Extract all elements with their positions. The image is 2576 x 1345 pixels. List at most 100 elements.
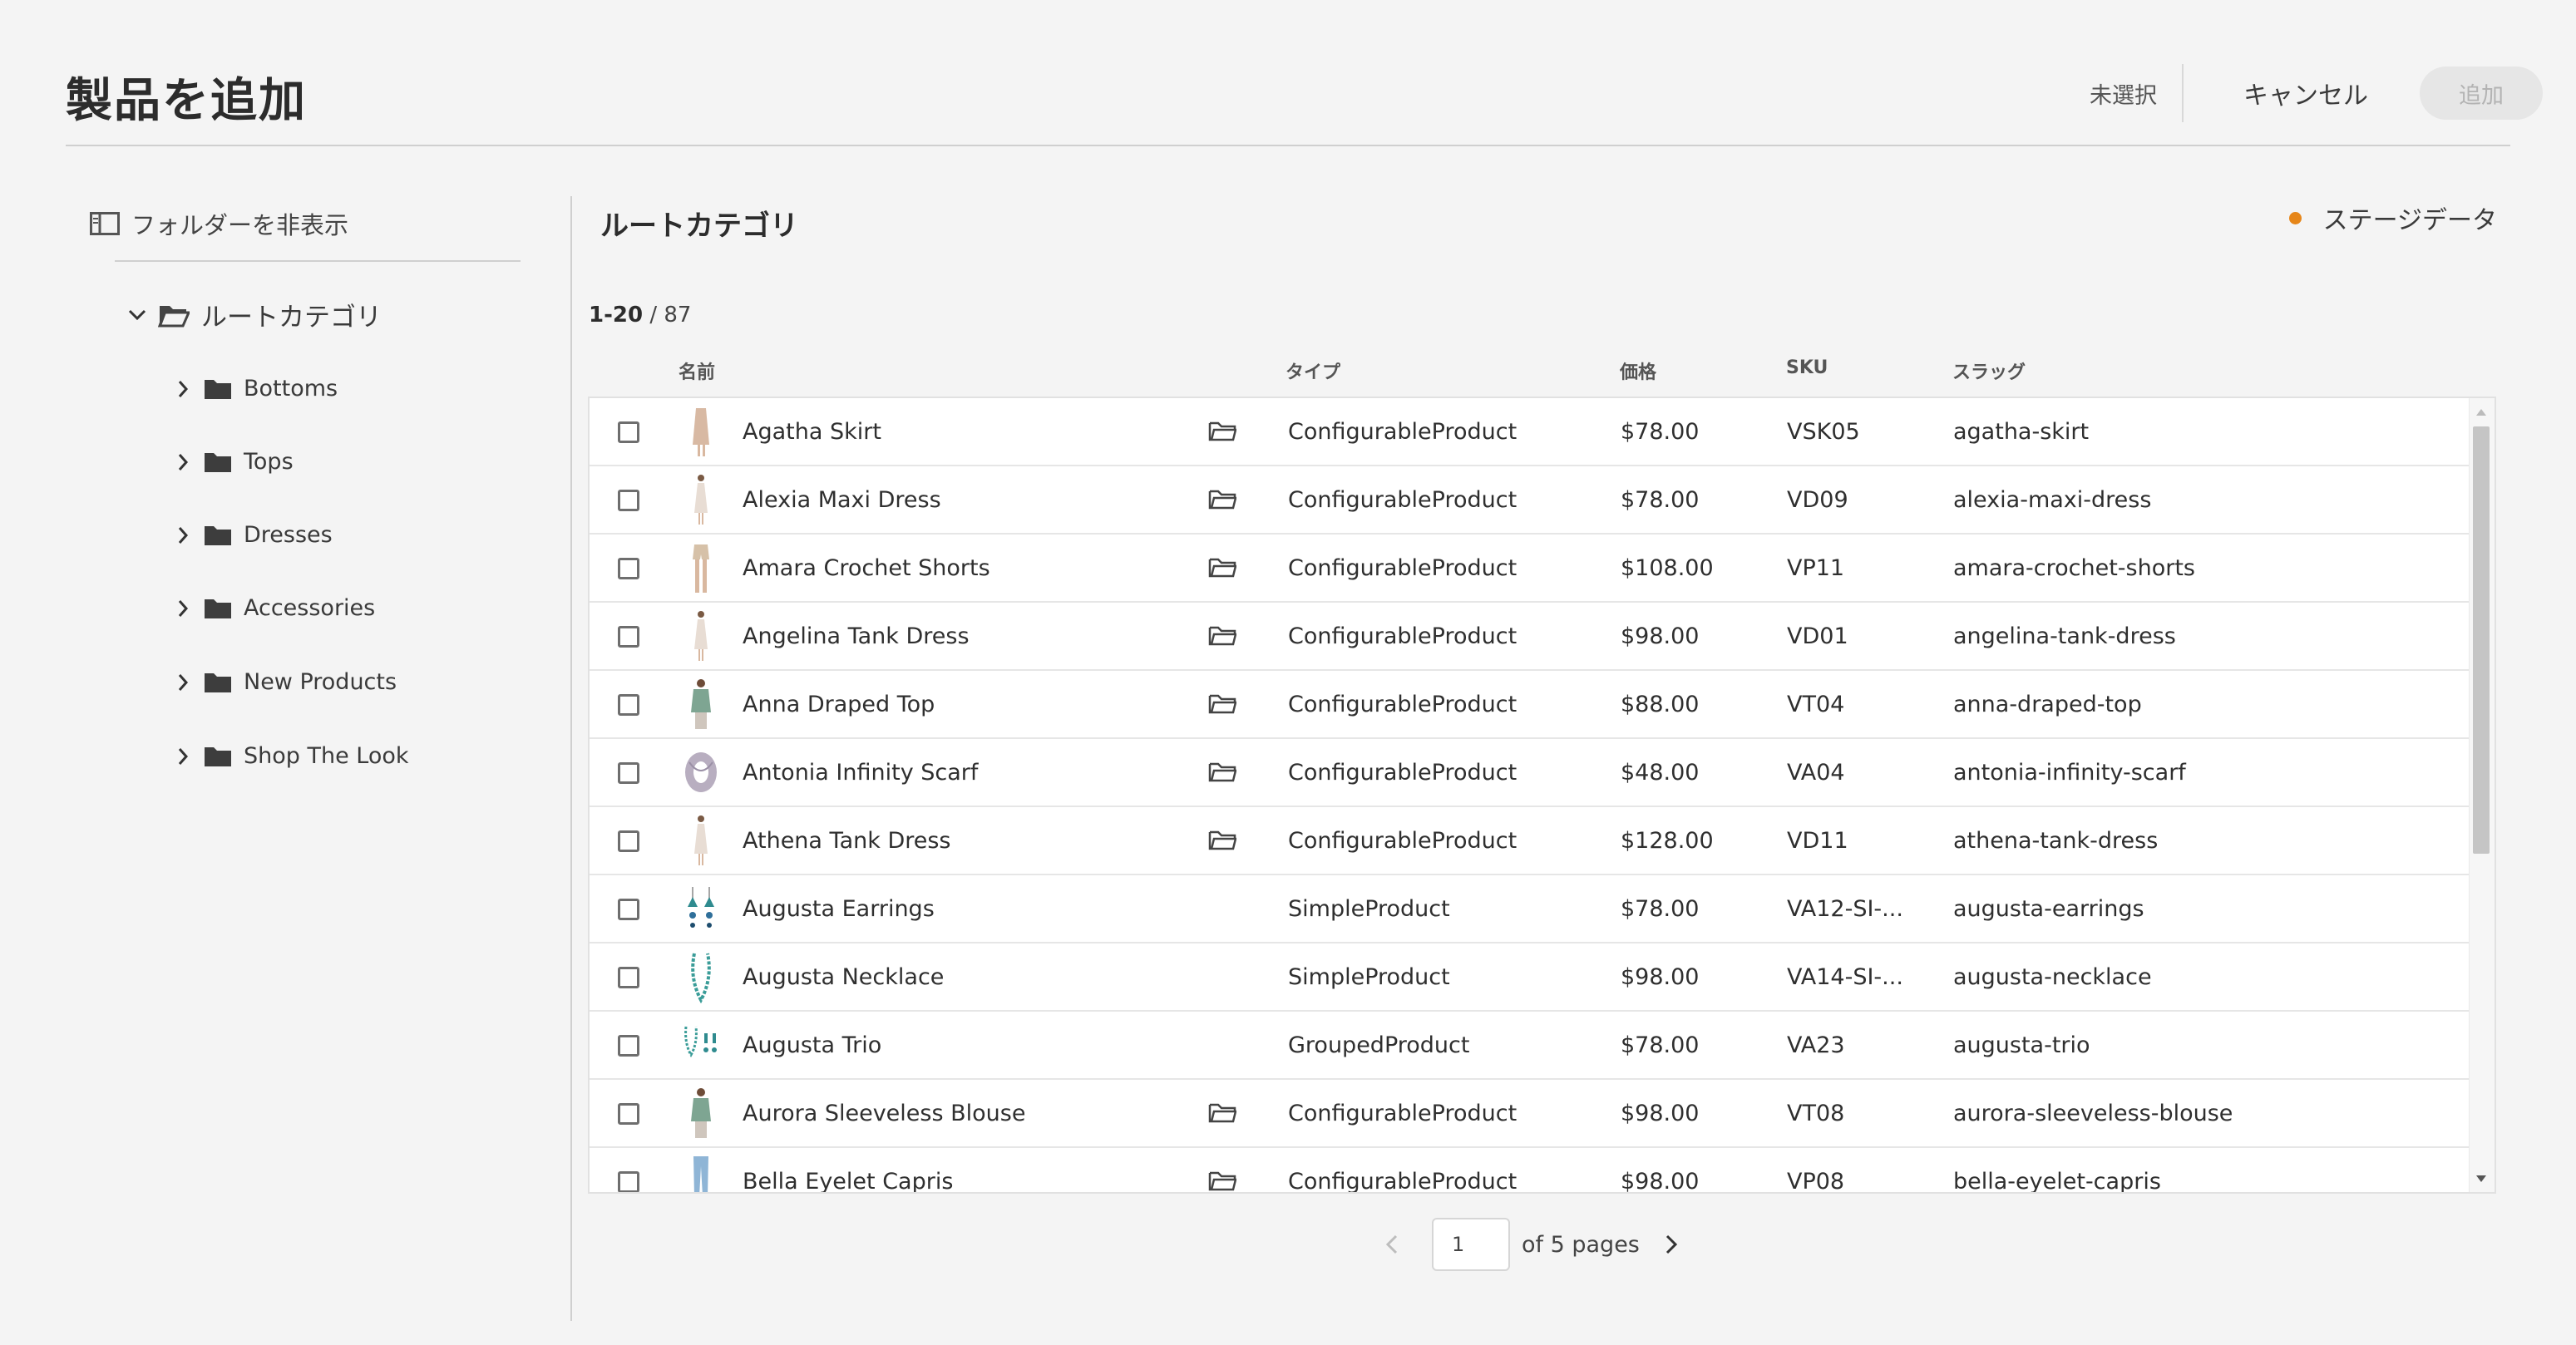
product-slug: bella-eyelet-capris	[1953, 1168, 2161, 1194]
row-checkbox[interactable]	[618, 899, 639, 920]
result-total: / 87	[643, 303, 692, 328]
row-checkbox[interactable]	[618, 762, 639, 784]
panel-divider	[570, 196, 572, 1321]
folder-open-icon	[158, 303, 190, 328]
selection-status: 未選択	[2090, 82, 2157, 109]
column-header-sku[interactable]: SKU	[1786, 357, 1828, 378]
folder-icon[interactable]	[1208, 398, 1236, 465]
tree-item-label: Accessories	[244, 595, 376, 621]
folder-icon[interactable]	[1208, 535, 1236, 601]
tree-item-tops[interactable]: Tops	[170, 449, 294, 475]
scroll-down-icon[interactable]	[2476, 1170, 2486, 1185]
chevron-right-icon[interactable]	[170, 673, 195, 692]
tree-item-bottoms[interactable]: Bottoms	[170, 376, 338, 402]
folder-icon	[204, 378, 232, 400]
column-header-slug[interactable]: スラッグ	[1952, 357, 2026, 384]
product-slug: agatha-skirt	[1953, 418, 2090, 445]
row-checkbox[interactable]	[618, 421, 639, 443]
row-checkbox[interactable]	[618, 1171, 639, 1192]
chevron-right-icon[interactable]	[1665, 1234, 1678, 1254]
table-row[interactable]: Augusta Necklace SimpleProduct $98.00 VA14-…	[590, 943, 2469, 1012]
table-row[interactable]: Antonia Infinity Scarf ConfigurableProduc…	[590, 739, 2469, 807]
product-thumbnail	[683, 1155, 719, 1192]
folder-icon[interactable]	[1208, 1148, 1236, 1192]
scrollbar[interactable]	[2469, 398, 2495, 1192]
hide-folders-toggle[interactable]: フォルダーを非表示	[90, 206, 348, 241]
product-thumbnail	[683, 882, 719, 935]
table-row[interactable]: Athena Tank Dress ConfigurableProduct $128…	[590, 807, 2469, 875]
row-checkbox[interactable]	[618, 558, 639, 579]
row-checkbox[interactable]	[618, 830, 639, 852]
folder-icon	[204, 672, 232, 693]
table-row[interactable]: Anna Draped Top ConfigurableProduct $88.00…	[590, 671, 2469, 739]
scrollbar-thumb[interactable]	[2473, 426, 2490, 854]
folder-icon[interactable]	[1208, 1080, 1236, 1146]
tree-item-accessories[interactable]: Accessories	[170, 595, 375, 621]
chevron-right-icon[interactable]	[170, 453, 195, 471]
column-header-name[interactable]: 名前	[679, 357, 715, 384]
tree-root-category[interactable]: ルートカテゴリ	[125, 296, 382, 333]
product-name: Angelina Tank Dress	[743, 623, 970, 649]
product-price: $98.00	[1621, 1168, 1700, 1194]
scroll-up-icon[interactable]	[2476, 403, 2486, 419]
table-row[interactable]: Augusta Earrings SimpleProduct $78.00 VA12-…	[590, 875, 2469, 943]
chevron-left-icon[interactable]	[1385, 1234, 1399, 1254]
tree-item-new-products[interactable]: New Products	[170, 669, 397, 695]
chevron-right-icon[interactable]	[170, 380, 195, 398]
add-button[interactable]: 追加	[2420, 67, 2543, 120]
product-type: ConfigurableProduct	[1288, 759, 1517, 786]
product-name: Alexia Maxi Dress	[743, 486, 941, 513]
product-name: Athena Tank Dress	[743, 827, 951, 854]
hide-folders-label: フォルダーを非表示	[131, 211, 349, 239]
row-checkbox[interactable]	[618, 626, 639, 648]
column-header-price[interactable]: 価格	[1620, 357, 1656, 384]
product-thumbnail	[683, 405, 719, 458]
column-header-type[interactable]: タイプ	[1286, 357, 1340, 384]
row-checkbox[interactable]	[618, 694, 639, 716]
page-number-input[interactable]	[1432, 1218, 1510, 1271]
product-price: $88.00	[1621, 691, 1700, 717]
table-row[interactable]: Alexia Maxi Dress ConfigurableProduct $78.…	[590, 466, 2469, 535]
product-name: Aurora Sleeveless Blouse	[743, 1100, 1026, 1126]
row-checkbox[interactable]	[618, 1103, 639, 1125]
product-price: $98.00	[1621, 1100, 1700, 1126]
product-sku: VD11	[1787, 827, 1848, 854]
tree-item-label: Dresses	[244, 522, 333, 548]
chevron-right-icon[interactable]	[170, 526, 195, 544]
result-count: 1-20 / 87	[589, 303, 691, 328]
row-checkbox[interactable]	[618, 1035, 639, 1057]
row-checkbox[interactable]	[618, 490, 639, 511]
folder-icon[interactable]	[1208, 739, 1236, 806]
folder-icon[interactable]	[1208, 807, 1236, 874]
table-row[interactable]: Augusta Trio GroupedProduct $78.00 VA23 augu…	[590, 1012, 2469, 1080]
folder-icon[interactable]	[1208, 603, 1236, 669]
product-type: ConfigurableProduct	[1288, 1100, 1517, 1126]
folder-icon[interactable]	[1208, 671, 1236, 737]
chevron-right-icon[interactable]	[170, 747, 195, 766]
product-slug: augusta-necklace	[1953, 963, 2152, 990]
folder-icon[interactable]	[1208, 466, 1236, 533]
header-actions: 未選択 キャンセル 追加	[2090, 64, 2543, 122]
product-price: $48.00	[1621, 759, 1700, 786]
product-name: Agatha Skirt	[743, 418, 881, 445]
sidebar-divider	[115, 260, 521, 262]
product-slug: augusta-earrings	[1953, 895, 2144, 922]
table-row[interactable]: Agatha Skirt ConfigurableProduct $78.00 VSK…	[590, 398, 2469, 466]
table-row[interactable]: Bella Eyelet Capris ConfigurableProduct $9…	[590, 1148, 2469, 1194]
product-price: $78.00	[1621, 418, 1700, 445]
table-row[interactable]: Angelina Tank Dress ConfigurableProduct $9…	[590, 603, 2469, 671]
table-row[interactable]: Aurora Sleeveless Blouse ConfigurableProd…	[590, 1080, 2469, 1148]
product-price: $108.00	[1621, 554, 1714, 581]
chevron-right-icon[interactable]	[170, 599, 195, 618]
folder-icon	[204, 598, 232, 619]
table-row[interactable]: Amara Crochet Shorts ConfigurableProduct $…	[590, 535, 2469, 603]
cancel-button[interactable]: キャンセル	[2243, 75, 2368, 111]
tree-item-dresses[interactable]: Dresses	[170, 522, 333, 548]
tree-item-shop-the-look[interactable]: Shop The Look	[170, 743, 409, 769]
chevron-down-icon[interactable]	[125, 309, 150, 321]
stage-data-label: ステージデータ	[2322, 206, 2497, 235]
product-table: Agatha Skirt ConfigurableProduct $78.00 VSK…	[588, 397, 2496, 1194]
row-checkbox[interactable]	[618, 967, 639, 988]
result-range: 1-20	[589, 303, 644, 328]
product-type: ConfigurableProduct	[1288, 691, 1517, 717]
